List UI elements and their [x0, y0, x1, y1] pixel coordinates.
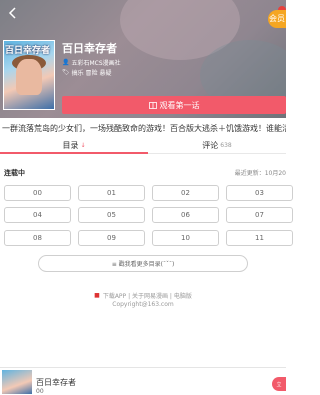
tag-icon: 🏷	[62, 69, 70, 76]
episode-button[interactable]: 08	[4, 230, 71, 246]
read-button-label: 观看第一话	[159, 100, 200, 110]
chevron-left-icon	[8, 7, 16, 19]
bottom-bar-read-button[interactable]: 立	[272, 377, 286, 391]
episode-button[interactable]: 09	[78, 230, 145, 246]
episode-button[interactable]: 00	[4, 185, 71, 201]
last-updated: 最近更新：10月20	[234, 170, 286, 177]
bottom-reading-bar[interactable]: 百日幸存者 00 立	[0, 367, 286, 395]
read-first-chapter-button[interactable]: 观看第一话	[62, 96, 286, 114]
vip-badge[interactable]: 会员	[268, 10, 286, 28]
user-icon: 👤	[62, 59, 70, 66]
episode-button[interactable]: 03	[226, 185, 293, 201]
tags-row: 🏷 搞乐 冒险 悬疑	[62, 68, 111, 77]
bottom-bar-title: 百日幸存者	[36, 378, 76, 387]
back-button[interactable]	[6, 6, 20, 20]
netease-logo-icon: ■	[94, 292, 100, 299]
comic-title: 百日幸存者	[62, 42, 117, 55]
episode-button[interactable]: 05	[78, 207, 145, 223]
expand-chapters-button[interactable]: ≡ 戳我看更多目录(¯ˇ¯)	[38, 255, 248, 272]
episode-button[interactable]: 01	[78, 185, 145, 201]
author-row: 👤 五彩石MCS漫画社	[62, 58, 121, 67]
serial-status: 连载中	[4, 169, 25, 177]
tab-comments[interactable]: 评论 638	[148, 137, 286, 154]
copyright: Copyright@163.com	[112, 301, 174, 308]
author-name: 五彩石MCS漫画社	[71, 60, 121, 67]
comic-cover: 百日幸存者	[3, 40, 55, 110]
episode-button[interactable]: 11	[226, 230, 293, 246]
episode-button[interactable]: 04	[4, 207, 71, 223]
episode-button[interactable]: 10	[152, 230, 219, 246]
footer-links-text[interactable]: 下载APP | 关于网易漫画 | 电脑版	[103, 291, 192, 300]
episode-button[interactable]: 07	[226, 207, 293, 223]
comments-count: 638	[220, 142, 232, 149]
footer-links: ■ 下载APP | 关于网易漫画 | 电脑版	[0, 291, 286, 300]
genre-tags: 搞乐 冒险 悬疑	[71, 70, 112, 77]
sort-arrow-icon[interactable]: ↓	[80, 142, 85, 149]
bottom-bar-chapter: 00	[36, 388, 44, 395]
cover-art-figure	[16, 59, 42, 95]
cover-title: 百日幸存者	[5, 46, 51, 56]
episode-button[interactable]: 06	[152, 207, 219, 223]
tab-chapters-label: 目录	[62, 141, 79, 150]
comic-thumbnail	[2, 370, 32, 394]
episode-button[interactable]: 02	[152, 185, 219, 201]
book-icon	[148, 101, 157, 109]
comic-description: 一群流落荒岛的少女们，一场残酷致命的游戏！百合版大逃杀＋饥饿游戏！谁能活到最后！	[2, 124, 286, 133]
tab-comments-label: 评论	[202, 141, 219, 150]
active-tab-indicator	[0, 152, 148, 154]
